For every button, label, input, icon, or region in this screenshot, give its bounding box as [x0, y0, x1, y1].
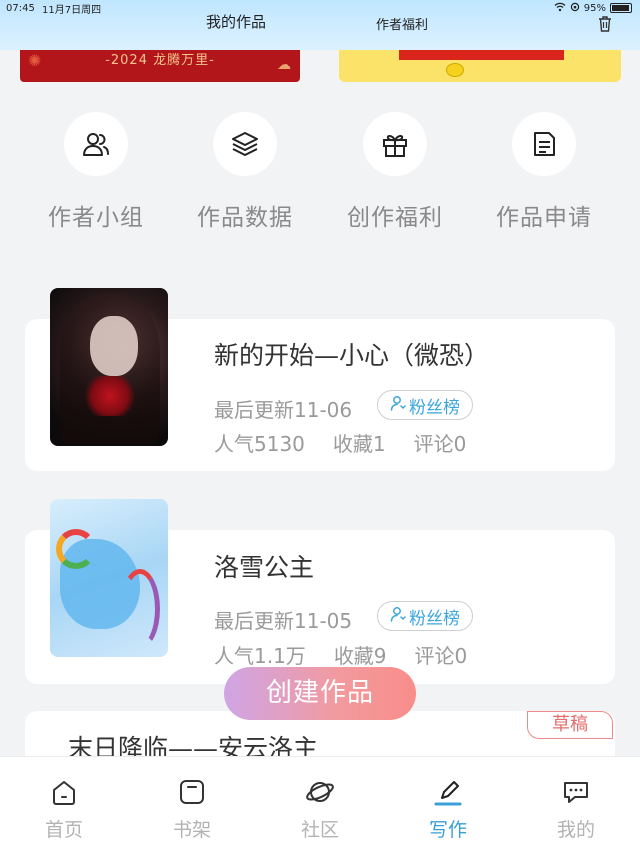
status-time: 07:45 — [6, 2, 35, 14]
create-work-button[interactable]: 创建作品 — [224, 667, 416, 720]
top-header: 07:45 11月7日周四 95% 我的作品 作者福利 — [0, 0, 640, 50]
fans-ranking-button[interactable]: 粉丝榜 — [377, 601, 473, 631]
chat-bubble-icon — [561, 777, 591, 807]
fans-ranking-label: 粉丝榜 — [409, 608, 460, 629]
tab-author-benefits[interactable]: 作者福利 — [376, 14, 428, 33]
banner-red-strip — [399, 50, 564, 60]
work-cover-image[interactable] — [50, 499, 168, 657]
work-stats: 人气1.1万 收藏9 评论0 — [214, 640, 495, 669]
battery-percent: 95% — [583, 2, 606, 14]
comments: 评论0 — [414, 644, 468, 668]
favorites: 收藏1 — [332, 432, 386, 456]
fans-ranking-label: 粉丝榜 — [409, 397, 460, 418]
cover-art-rainbow-tail — [120, 569, 160, 649]
last-updated: 最后更新11-05 — [214, 609, 353, 633]
smiley-icon — [446, 63, 464, 77]
bookshelf-icon — [177, 777, 207, 807]
tab-me[interactable]: 我的 — [536, 777, 616, 842]
popularity: 人气1.1万 — [214, 644, 306, 668]
tab-label: 社区 — [300, 819, 339, 841]
cloud-decoration: ☁ — [277, 57, 292, 73]
firework-decoration: ✺ — [28, 51, 43, 70]
quick-label: 作者小组 — [48, 205, 144, 231]
quick-work-data[interactable]: 作品数据 — [185, 112, 305, 232]
quick-label: 创作福利 — [347, 205, 443, 231]
comments: 评论0 — [413, 432, 467, 456]
battery-icon — [610, 3, 632, 13]
gift-icon — [363, 112, 427, 176]
tab-label: 书架 — [172, 819, 211, 841]
wifi-icon — [554, 2, 566, 15]
quick-creation-benefits[interactable]: 创作福利 — [335, 112, 455, 232]
orientation-lock-icon — [570, 2, 580, 15]
cover-art-rainbow — [56, 529, 96, 569]
favorites: 收藏9 — [333, 644, 387, 668]
work-cover-image[interactable] — [50, 288, 168, 446]
draft-badge: 草稿 — [527, 711, 613, 739]
planet-icon — [305, 777, 335, 807]
group-icon — [64, 112, 128, 176]
home-icon — [49, 777, 79, 807]
bottom-tabbar: 首页 书架 社区 写作 我的 — [0, 756, 640, 853]
work-stats: 人气5130 收藏1 评论0 — [214, 428, 494, 457]
document-icon — [512, 112, 576, 176]
last-updated: 最后更新11-06 — [214, 398, 353, 422]
tab-bookshelf[interactable]: 书架 — [152, 777, 232, 842]
banner-left-text: -2024 龙腾万里- — [105, 53, 215, 68]
tab-writing[interactable]: 写作 — [408, 777, 488, 842]
banner-dragon-year[interactable]: ✺ -2024 龙腾万里- ☁ — [20, 50, 300, 82]
pen-icon — [433, 777, 463, 807]
cover-art-roses — [80, 376, 140, 416]
work-title[interactable]: 洛雪公主 — [214, 548, 314, 584]
status-date: 11月7日周四 — [42, 4, 102, 16]
trash-icon[interactable] — [597, 15, 613, 33]
banner-promo[interactable] — [339, 50, 621, 82]
quick-label: 作品数据 — [197, 205, 293, 231]
fans-ranking-button[interactable]: 粉丝榜 — [377, 390, 473, 420]
tab-label: 我的 — [556, 819, 595, 841]
popularity: 人气5130 — [214, 432, 305, 456]
quick-author-group[interactable]: 作者小组 — [36, 112, 156, 232]
tab-label: 首页 — [44, 819, 83, 841]
status-right: 95% — [554, 2, 632, 15]
person-icon — [390, 395, 406, 416]
tab-community[interactable]: 社区 — [280, 777, 360, 842]
status-bar: 07:45 11月7日周四 95% — [0, 0, 640, 16]
tab-my-works[interactable]: 我的作品 — [206, 11, 266, 32]
layers-icon — [213, 112, 277, 176]
cover-art-face — [90, 316, 138, 376]
quick-label: 作品申请 — [496, 205, 592, 231]
tab-label: 写作 — [428, 819, 467, 841]
work-title[interactable]: 新的开始—小心（微恐） — [214, 336, 489, 372]
quick-work-application[interactable]: 作品申请 — [484, 112, 604, 232]
tab-home[interactable]: 首页 — [24, 777, 104, 842]
person-icon — [390, 606, 406, 627]
